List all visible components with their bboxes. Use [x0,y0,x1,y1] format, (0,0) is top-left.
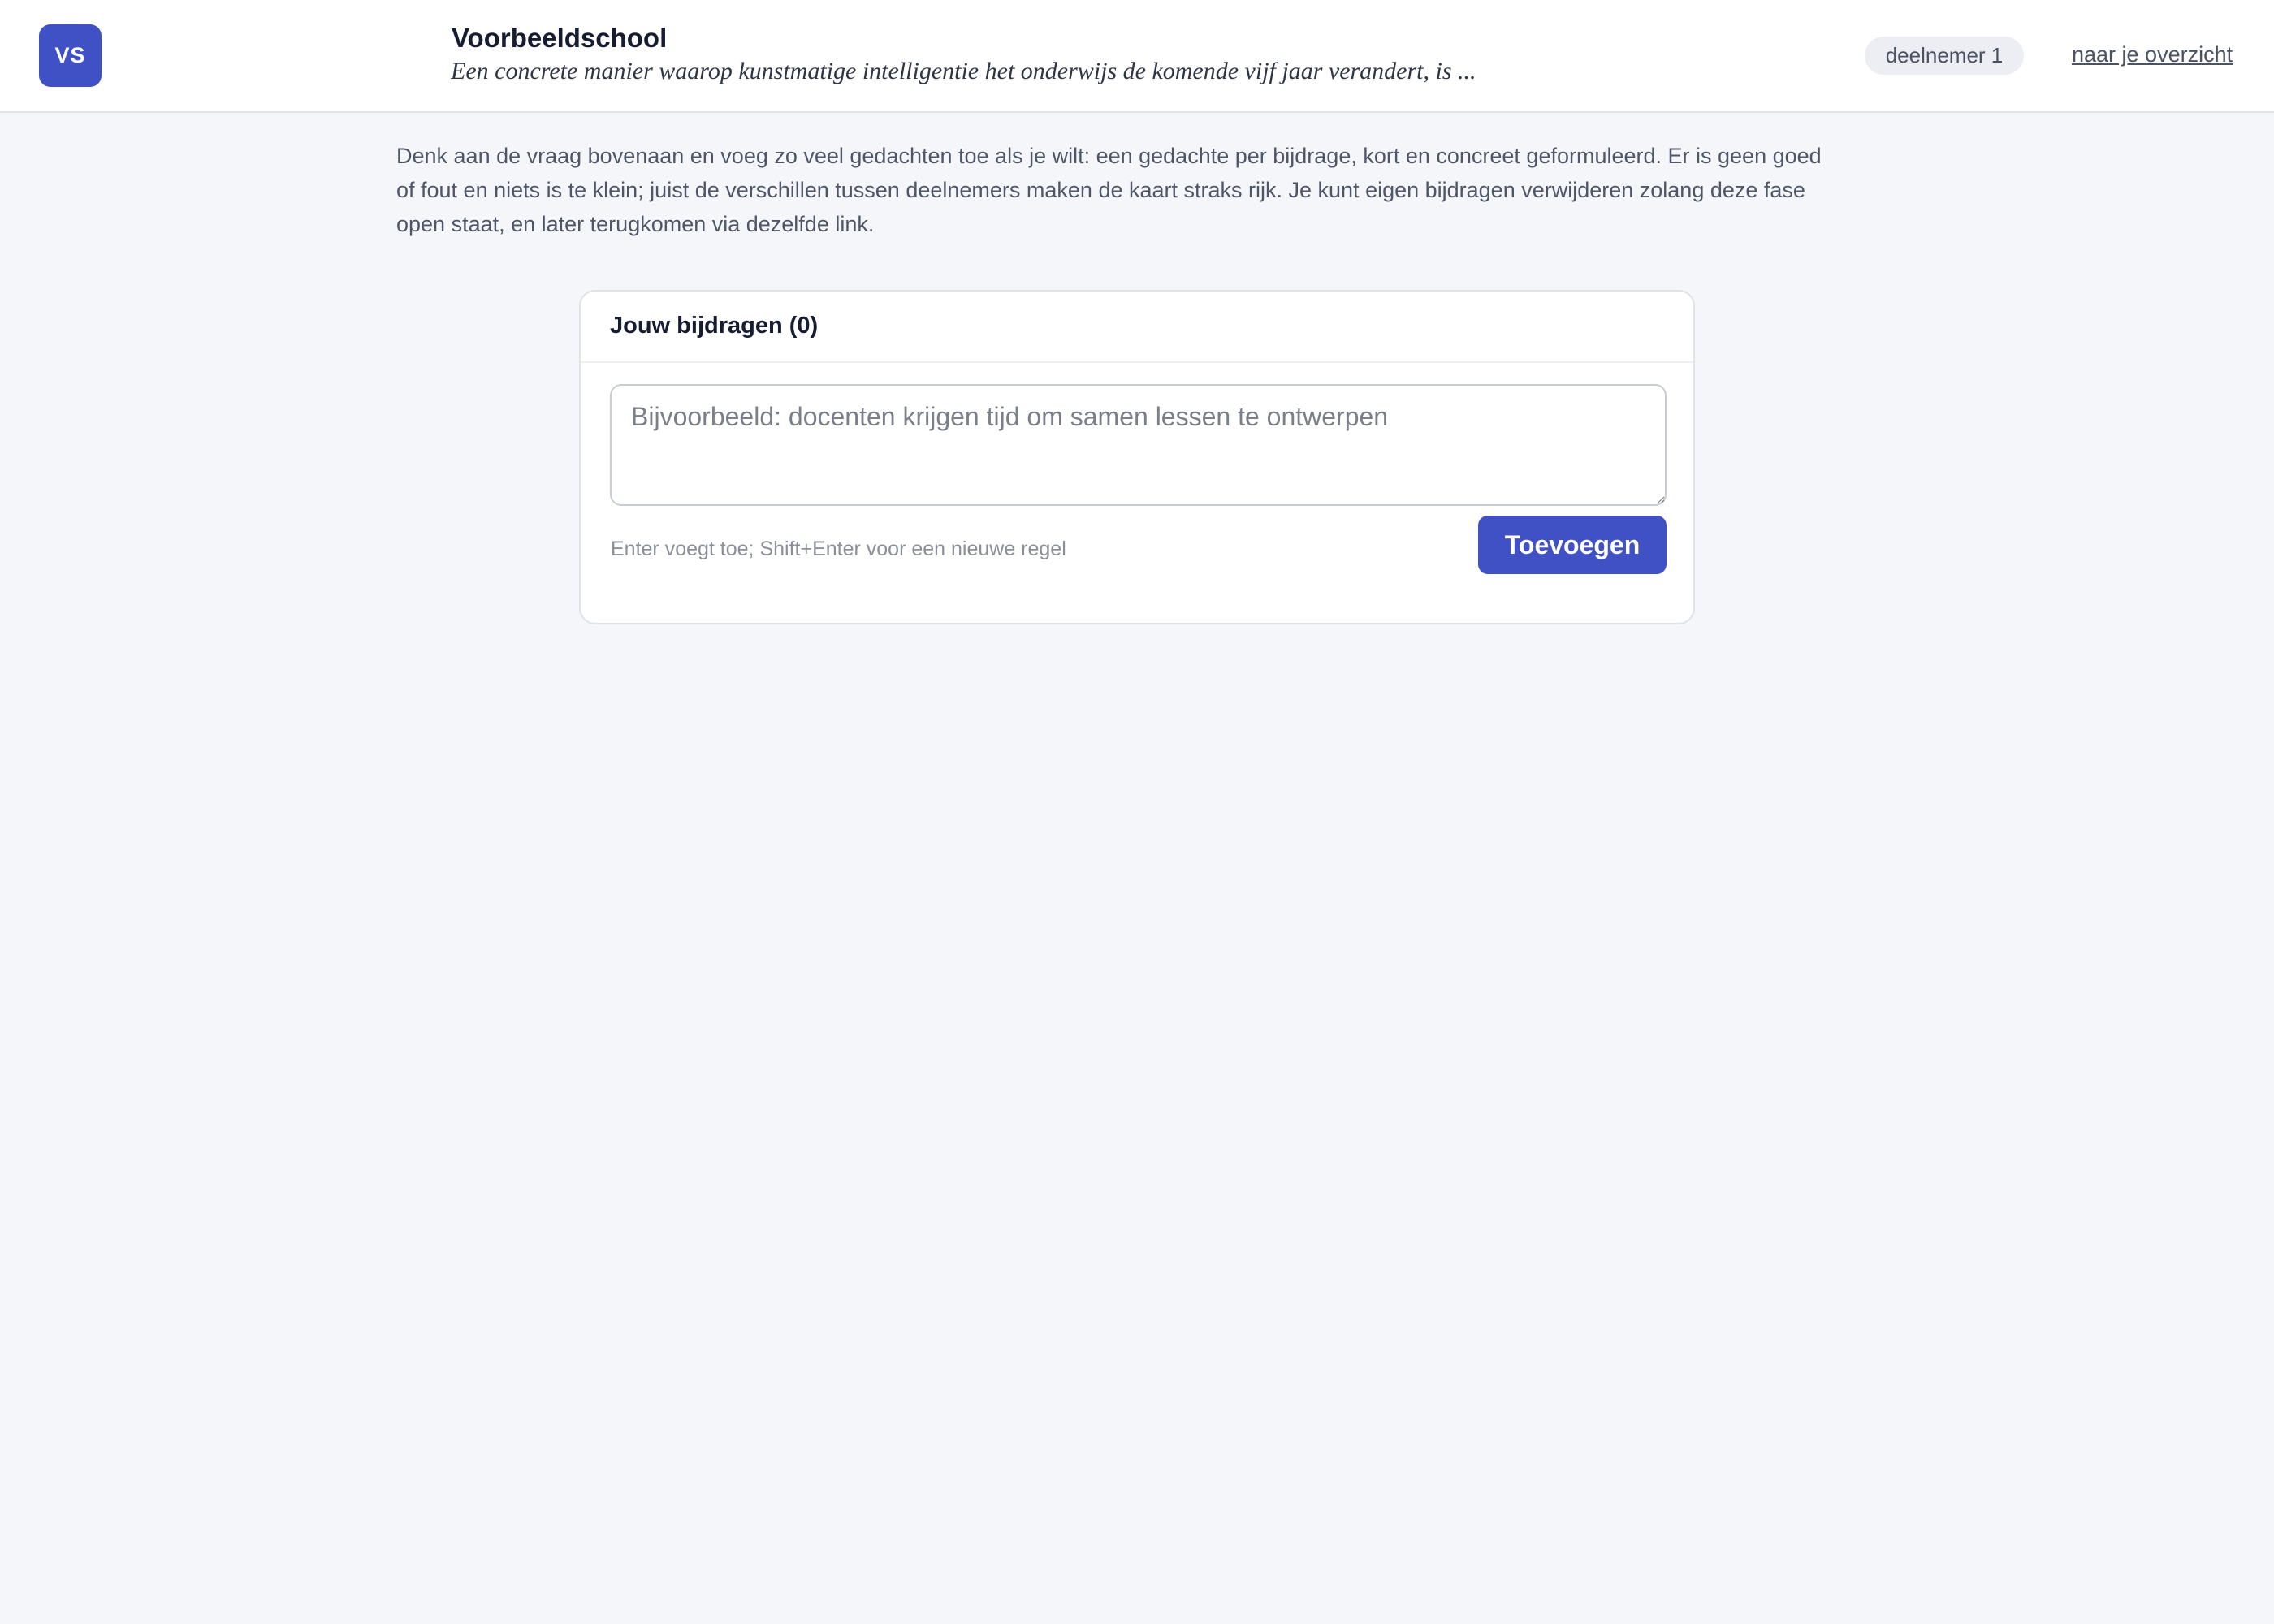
session-question: Een concrete manier waarop kunstmatige i… [451,58,1476,84]
school-logo: VS [39,24,102,87]
keyboard-hint: Enter voegt toe; Shift+Enter voor een ni… [611,538,1066,560]
participant-badge: deelnemer 1 [1865,37,2024,75]
add-button[interactable]: Toevoegen [1478,516,1667,574]
top-bar: VS Voorbeeldschool Een concrete manier w… [0,0,2274,113]
contributions-card: Jouw bijdragen (0) Enter voegt toe; Shif… [579,290,1695,624]
instructions-text: Denk aan de vraag bovenaan en voeg zo ve… [396,144,1822,236]
contributions-card-body: Enter voegt toe; Shift+Enter voor een ni… [581,363,1693,623]
resize-grip-icon[interactable] [1657,496,1665,504]
contributions-title: Jouw bijdragen (0) [610,313,819,339]
school-name: Voorbeeldschool [452,23,668,53]
contributions-card-header: Jouw bijdragen (0) [581,292,1693,363]
contribution-input[interactable] [610,384,1667,506]
overview-link[interactable]: naar je overzicht [2072,42,2233,67]
